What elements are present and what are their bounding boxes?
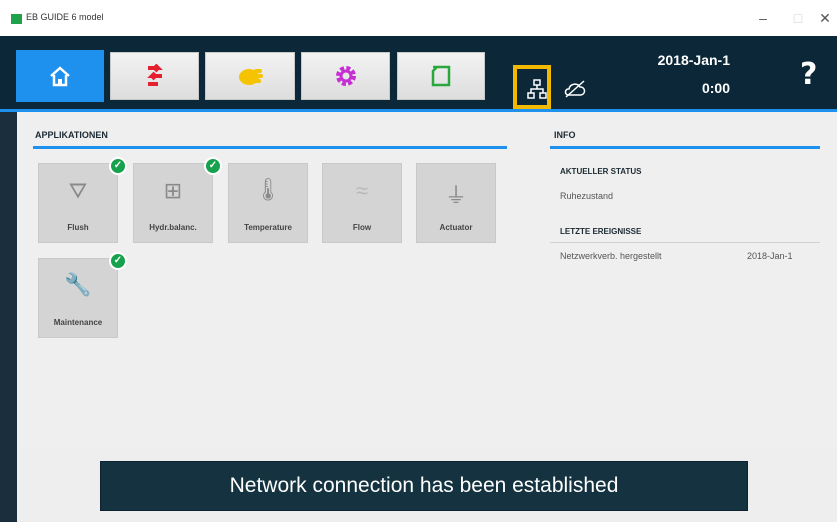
events-divider xyxy=(550,242,820,243)
minimize-button[interactable]: – xyxy=(746,4,780,32)
tab-swap[interactable] xyxy=(110,52,199,100)
tab-folder[interactable] xyxy=(397,52,485,100)
applications-divider xyxy=(33,146,507,149)
hand-icon xyxy=(239,69,263,85)
time-display: 0:00 xyxy=(701,80,730,96)
app-tile-flow[interactable]: ≈ Flow xyxy=(322,163,402,243)
hydraulic-balance-icon: ⊞ xyxy=(163,178,183,203)
highlight-frame xyxy=(513,65,551,109)
notification-banner: Network connection has been established xyxy=(100,461,748,511)
top-toolbar xyxy=(0,36,837,109)
app-icon xyxy=(11,14,22,24)
date-display: 2018-Jan-1 xyxy=(657,52,730,68)
app-tile-label: Actuator xyxy=(439,223,473,232)
flow-icon: ≈ xyxy=(355,178,369,203)
check-icon: ✓ xyxy=(204,157,222,175)
app-tile-temperature[interactable]: 🌡 Temperature xyxy=(228,163,308,243)
app-tile-label: Flush xyxy=(67,223,89,232)
applications-title: APPLIKATIONEN xyxy=(35,130,108,140)
app-tile-hydr-balanc[interactable]: ⊞ Hydr.balanc. xyxy=(133,163,213,243)
thermometer-icon: 🌡 xyxy=(254,178,282,203)
no-cloud-icon xyxy=(564,79,586,99)
app-window: EB GUIDE 6 model – □ ✕ 2018-Jan-1 0:00 ?… xyxy=(0,0,837,522)
tab-home[interactable] xyxy=(16,50,104,102)
help-button[interactable]: ? xyxy=(800,57,817,92)
flush-icon: ⛛ xyxy=(68,178,88,203)
swap-arrows-icon xyxy=(146,64,163,86)
app-tile-flush[interactable]: ⛛ Flush xyxy=(38,163,118,243)
close-button[interactable]: ✕ xyxy=(808,4,837,32)
actuator-icon: ⏚ xyxy=(444,183,467,208)
app-tile-maintenance[interactable]: 🔧 Maintenance xyxy=(38,258,118,338)
wrench-icon: 🔧 xyxy=(64,273,92,298)
info-divider xyxy=(550,146,820,149)
events-label: LETZTE EREIGNISSE xyxy=(560,227,642,236)
tab-settings[interactable] xyxy=(301,52,390,100)
app-tile-label: Hydr.balanc. xyxy=(149,223,197,232)
title-bar: EB GUIDE 6 model – □ ✕ xyxy=(0,0,837,37)
gear-icon xyxy=(335,66,356,86)
current-status-label: AKTUELLER STATUS xyxy=(560,167,642,176)
window-title: EB GUIDE 6 model xyxy=(26,12,104,22)
tab-hand[interactable] xyxy=(205,52,295,100)
main-content: APPLIKATIONEN ⛛ Flush ✓ ⊞ Hydr.balanc. ✓… xyxy=(17,112,837,448)
check-icon: ✓ xyxy=(109,157,127,175)
app-tile-actuator[interactable]: ⏚ Actuator xyxy=(416,163,496,243)
folder-icon xyxy=(431,65,451,87)
current-status-value: Ruhezustand xyxy=(560,191,614,201)
check-icon: ✓ xyxy=(109,252,127,270)
app-tile-label: Flow xyxy=(352,223,372,232)
event-date: 2018-Jan-1 xyxy=(747,251,793,261)
app-tile-label: Temperature xyxy=(244,223,292,232)
event-text: Netzwerkverb. hergestellt xyxy=(560,251,662,261)
app-tile-label: Maintenance xyxy=(53,318,103,327)
info-title: INFO xyxy=(554,130,576,140)
home-icon xyxy=(50,66,70,87)
